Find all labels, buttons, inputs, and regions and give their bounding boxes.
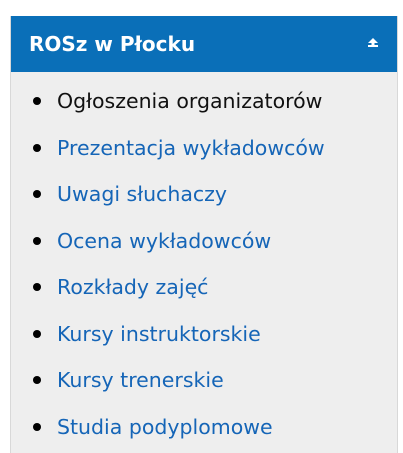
sidebar-panel: ROSz w Płocku Ogłoszenia organizatorów P… <box>10 16 398 453</box>
bullet-icon <box>33 329 41 338</box>
list-item: Rozkłady zajęć <box>11 264 397 311</box>
list-item: Uwagi słuchaczy <box>11 171 397 218</box>
bullet-icon <box>33 97 41 106</box>
bullet-icon <box>33 190 41 199</box>
bullet-icon <box>33 376 41 385</box>
panel-title: ROSz w Płocku <box>29 32 196 56</box>
menu-item-rozklady[interactable]: Rozkłady zajęć <box>57 275 208 299</box>
menu-item-kursy-trenerskie[interactable]: Kursy trenerskie <box>57 368 224 392</box>
panel-header[interactable]: ROSz w Płocku <box>11 16 397 72</box>
bullet-icon <box>33 143 41 152</box>
bullet-icon <box>33 236 41 245</box>
menu-list: Ogłoszenia organizatorów Prezentacja wyk… <box>11 72 397 450</box>
list-item: Ogłoszenia organizatorów <box>11 78 397 125</box>
bullet-icon <box>33 283 41 292</box>
list-item: Kursy instruktorskie <box>11 311 397 358</box>
menu-item-kursy-instruktorskie[interactable]: Kursy instruktorskie <box>57 322 261 346</box>
menu-item-ocena[interactable]: Ocena wykładowców <box>57 229 271 253</box>
menu-item-prezentacja[interactable]: Prezentacja wykładowców <box>57 136 325 160</box>
list-item: Studia podyplomowe <box>11 404 397 451</box>
collapse-up-icon[interactable] <box>363 34 383 54</box>
list-item: Prezentacja wykładowców <box>11 125 397 172</box>
list-item: Ocena wykładowców <box>11 218 397 265</box>
menu-item-ogloszenia[interactable]: Ogłoszenia organizatorów <box>57 89 322 113</box>
list-item: Kursy trenerskie <box>11 357 397 404</box>
bullet-icon <box>33 422 41 431</box>
menu-item-studia-podyplomowe[interactable]: Studia podyplomowe <box>57 415 273 439</box>
menu-item-uwagi[interactable]: Uwagi słuchaczy <box>57 182 227 206</box>
